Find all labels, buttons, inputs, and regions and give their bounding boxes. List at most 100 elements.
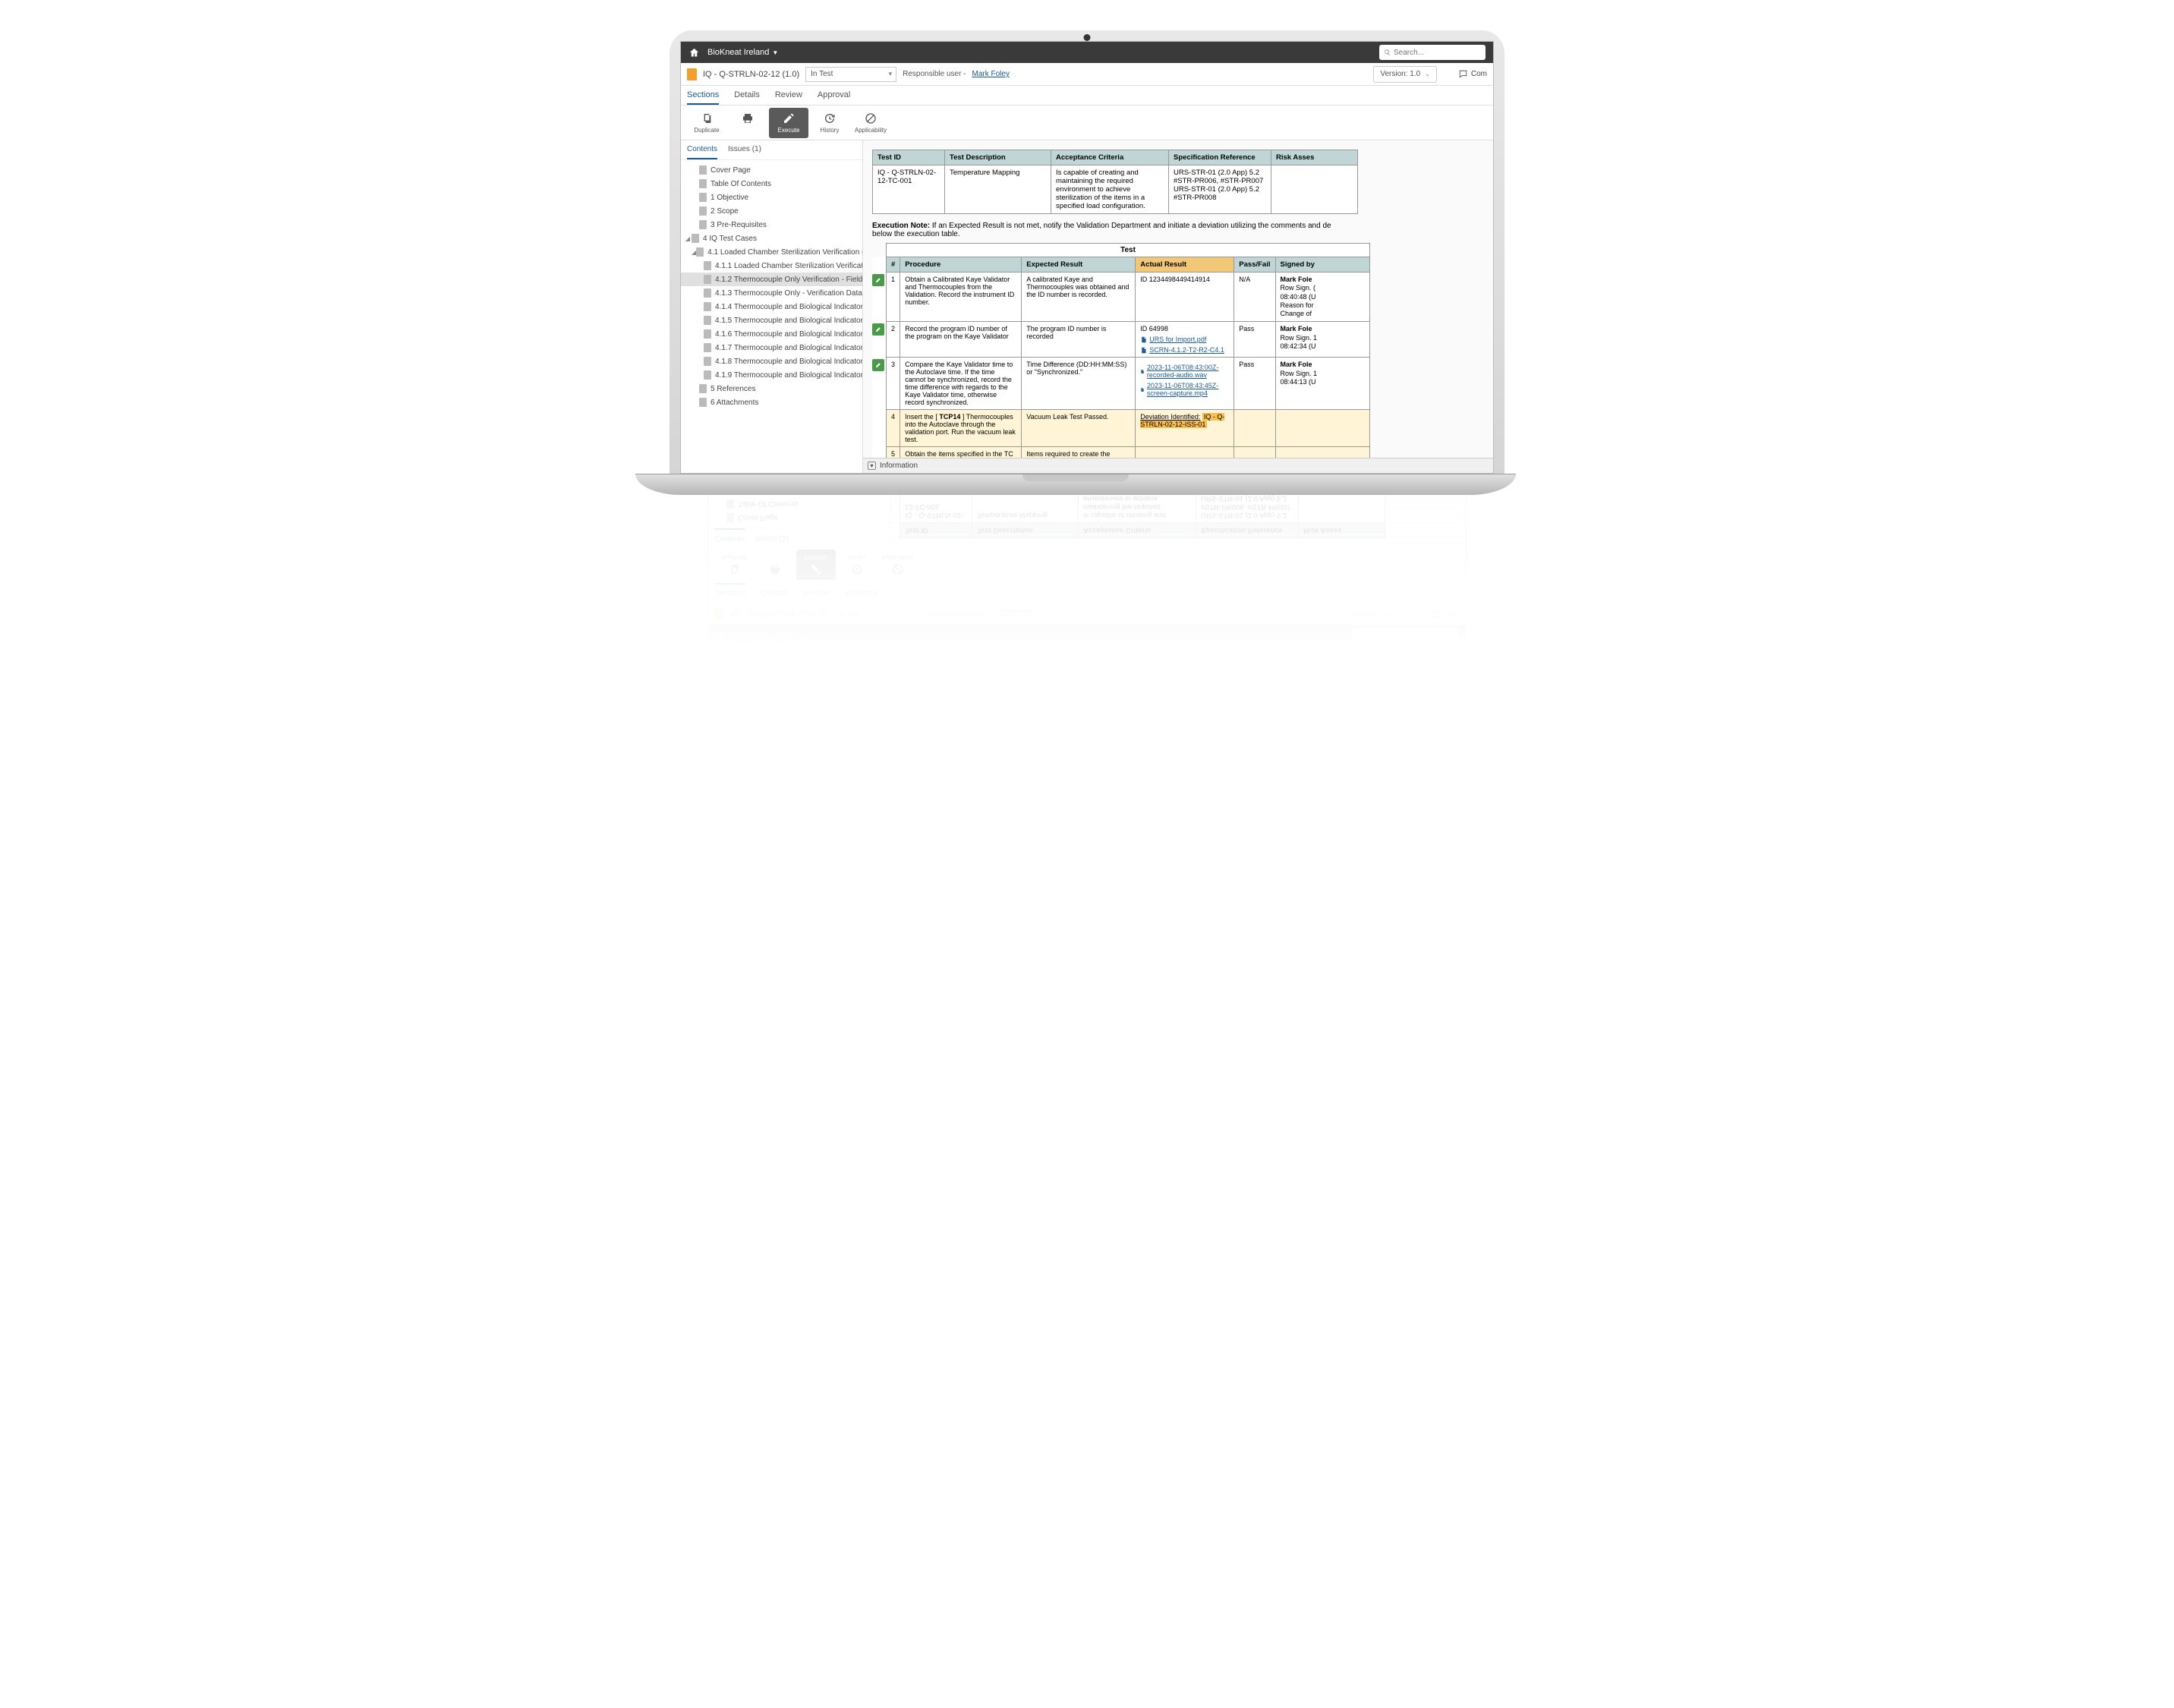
test-info-table: Test ID Test Description Acceptance Crit…: [900, 495, 1385, 538]
edit-step-icon[interactable]: [872, 323, 884, 336]
responsible-user-link[interactable]: Mark Foley: [972, 70, 1010, 78]
sidebar-tab-issues[interactable]: Issues (1): [728, 140, 761, 159]
tree-item[interactable]: 4.1.7 Thermocouple and Biological Indica…: [681, 341, 862, 355]
tab-review[interactable]: Review: [802, 583, 830, 602]
duplicate-button[interactable]: Duplicate: [687, 108, 726, 138]
test-table-title: Test: [886, 243, 1370, 257]
search-input[interactable]: [1366, 632, 1454, 640]
sidebar: Contents Issues (1) Cover PageTable Of C…: [708, 495, 890, 547]
screen: BioKneat Ireland ▼ IQ - Q-STRLN-02-12 (1…: [707, 495, 1467, 647]
col-test-id: Test ID: [873, 150, 945, 165]
comment-button[interactable]: Com: [1431, 609, 1460, 619]
col-risk: Risk Asses: [1271, 150, 1358, 165]
search-box[interactable]: [1352, 628, 1458, 643]
sidebar-tab-contents[interactable]: Contents: [687, 140, 717, 159]
applicability-button[interactable]: Applicability: [851, 108, 890, 138]
toolbar: Duplicate Execute History Applicability: [681, 106, 1493, 140]
attachment-link[interactable]: URS for Import.pdf: [1140, 336, 1229, 343]
tab-approval[interactable]: Approval: [845, 583, 877, 602]
tree-item[interactable]: 3 Pre-Requisites: [681, 218, 862, 232]
version-dropdown[interactable]: Version: 1.0 ⌄: [1346, 606, 1410, 622]
test-step-row: 4Insert the [ TCP14 ] Thermocouples into…: [872, 410, 1370, 447]
responsible-label: Responsible user -: [903, 70, 966, 78]
tree-item[interactable]: Table Of Contents: [708, 497, 890, 511]
content-tree: Cover PageTable Of Contents1 Objective2 …: [708, 495, 890, 528]
sidebar-tab-contents[interactable]: Contents: [714, 528, 745, 547]
tab-details[interactable]: Details: [761, 583, 787, 602]
document-icon: [714, 608, 724, 620]
attachment-link[interactable]: SCRN-4.1.2-T2-R2-C4.1: [1140, 346, 1229, 354]
info-expand-icon[interactable]: ▾: [868, 462, 876, 470]
tree-item[interactable]: 1 Objective: [681, 191, 862, 204]
caret-down-icon: ▼: [772, 49, 778, 56]
test-steps-table: # Procedure Expected Result Actual Resul…: [872, 257, 1370, 458]
tree-item[interactable]: 6 Attachments: [681, 395, 862, 409]
edit-step-icon[interactable]: [872, 274, 884, 286]
search-box[interactable]: [1379, 45, 1486, 60]
execute-button[interactable]: Execute: [769, 108, 808, 138]
print-button[interactable]: [755, 550, 795, 581]
test-step-row: 5Obtain the items specified in the TC pl…: [872, 447, 1370, 458]
status-dropdown[interactable]: In Test: [833, 607, 924, 622]
version-dropdown[interactable]: Version: 1.0 ⌄: [1373, 66, 1437, 83]
laptop-frame: BioKneat Ireland ▼ IQ - Q-STRLN-02-12 (1…: [670, 30, 1504, 474]
tree-item[interactable]: 4.1.1 Loaded Chamber Sterilization Verif…: [681, 259, 862, 273]
search-input[interactable]: [1394, 49, 1481, 57]
tab-review[interactable]: Review: [775, 86, 802, 105]
tab-details[interactable]: Details: [734, 86, 760, 105]
tree-item[interactable]: 4.1.3 Thermocouple Only - Verification D…: [681, 286, 862, 300]
laptop-base: [635, 474, 1516, 495]
tree-item[interactable]: 2 Scope: [681, 204, 862, 218]
print-button[interactable]: [728, 108, 767, 138]
main-tabs: Sections Details Review Approval: [708, 582, 1466, 602]
pencil-icon: [810, 563, 822, 575]
tree-item[interactable]: 1 Objective: [708, 495, 890, 497]
attachment-link[interactable]: 2023-11-06T08:43:00Z-recorded-audio.wav: [1140, 364, 1229, 379]
tree-item[interactable]: 4.1.9 Thermocouple and Biological Indica…: [681, 368, 862, 382]
docbar: IQ - Q-STRLN-02-12 (1.0) In Test Respons…: [708, 602, 1466, 625]
history-icon: [824, 112, 836, 124]
org-dropdown[interactable]: BioKneat Ireland ▼: [735, 631, 805, 640]
tree-item[interactable]: Cover Page: [681, 163, 862, 177]
responsible-user-link[interactable]: Mark Foley: [1000, 610, 1037, 618]
tab-sections[interactable]: Sections: [687, 86, 719, 105]
org-dropdown[interactable]: BioKneat Ireland ▼: [707, 48, 778, 57]
test-step-row: 1Obtain a Calibrated Kaye Validator and …: [872, 273, 1370, 322]
duplicate-icon: [728, 563, 740, 575]
tree-item[interactable]: Table Of Contents: [681, 177, 862, 191]
history-icon: [851, 563, 863, 575]
tree-item[interactable]: Cover Page: [708, 511, 890, 525]
tree-item[interactable]: 4.1.8 Thermocouple and Biological Indica…: [681, 355, 862, 368]
home-icon[interactable]: [688, 47, 700, 58]
execute-button[interactable]: Execute: [796, 550, 836, 581]
status-dropdown[interactable]: In Test: [805, 67, 896, 82]
tree-item[interactable]: ◢4 IQ Test Cases: [681, 232, 862, 245]
applicability-button[interactable]: Applicability: [878, 550, 918, 581]
tree-item[interactable]: 4.1.4 Thermocouple and Biological Indica…: [681, 300, 862, 314]
home-icon[interactable]: [716, 630, 727, 641]
col-spec-ref: Specification Reference: [1196, 523, 1299, 538]
tree-item[interactable]: 4.1.6 Thermocouple and Biological Indica…: [681, 327, 862, 341]
edit-step-icon[interactable]: [872, 359, 884, 371]
history-button[interactable]: History: [837, 550, 877, 581]
document-title: IQ - Q-STRLN-02-12 (1.0): [730, 610, 827, 619]
test-info-row: IQ - Q-STRLN-02-12-TC-001 Temperature Ma…: [900, 495, 1385, 523]
tree-item[interactable]: ◢4.1 Loaded Chamber Sterilization Verifi…: [681, 245, 862, 259]
info-bar: ▾ Information: [863, 458, 1493, 473]
execution-note: Execution Note: If an Expected Result is…: [872, 222, 1493, 238]
history-button[interactable]: History: [810, 108, 849, 138]
attachment-link[interactable]: 2023-11-06T08:43:45Z-screen-capture.mp4: [1140, 382, 1229, 397]
responsible-label: Responsible user -: [930, 610, 993, 618]
sidebar-tab-issues[interactable]: Issues (1): [755, 528, 789, 547]
col-risk: Risk Asses: [1299, 523, 1385, 538]
tree-item[interactable]: 4.1.2 Thermocouple Only Verification - F…: [681, 273, 862, 286]
duplicate-button[interactable]: Duplicate: [714, 550, 754, 581]
comment-icon: [1431, 609, 1441, 619]
tree-item[interactable]: 5 References: [681, 382, 862, 395]
tab-approval[interactable]: Approval: [818, 86, 850, 105]
col-test-id: Test ID: [900, 523, 972, 538]
comment-button[interactable]: Com: [1458, 69, 1487, 79]
tab-sections[interactable]: Sections: [714, 583, 746, 602]
prohibit-icon: [892, 563, 904, 575]
tree-item[interactable]: 4.1.5 Thermocouple and Biological Indica…: [681, 314, 862, 327]
